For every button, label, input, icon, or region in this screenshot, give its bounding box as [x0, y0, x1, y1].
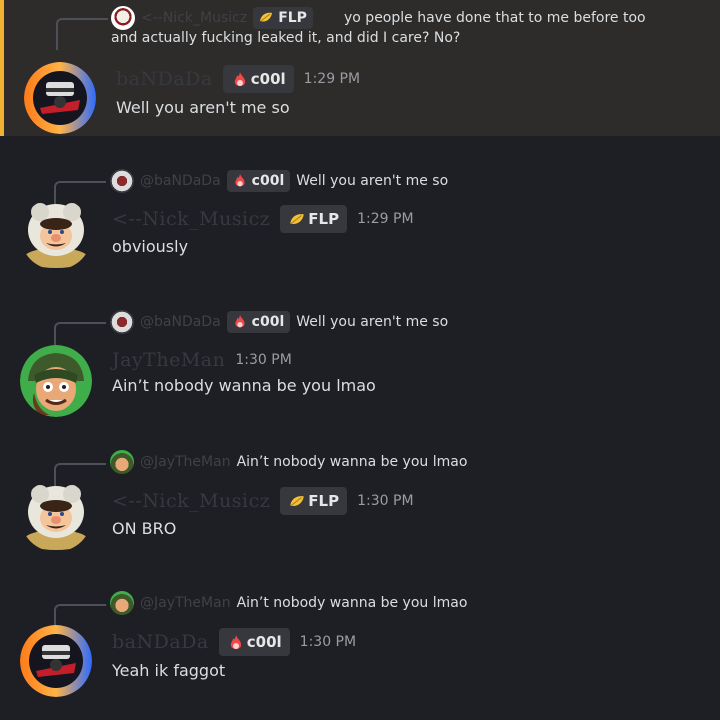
username[interactable]: baNDaDa [112, 631, 209, 653]
reply-connector [54, 322, 106, 346]
message-1[interactable]: <--Nick_Musicz FLP yo people have done t… [0, 0, 720, 136]
message-content: Ain’t nobody wanna be you lmao [112, 376, 376, 395]
message-header: JayTheMan 1:30 PM [112, 345, 292, 375]
reply-preview[interactable]: @JayTheMan Ain’t nobody wanna be you lma… [110, 450, 467, 474]
user-tag-label: FLP [308, 210, 340, 228]
reply-tag: c00l [226, 170, 291, 192]
reply-author[interactable]: @baNDaDa [140, 314, 221, 330]
reply-author[interactable]: @JayTheMan [140, 595, 231, 611]
username[interactable]: baNDaDa [116, 68, 213, 90]
message-header: baNDaDa c00l 1:29 PM [116, 64, 360, 94]
reply-preview[interactable]: @JayTheMan Ain’t nobody wanna be you lma… [110, 591, 467, 615]
reply-author[interactable]: @JayTheMan [140, 454, 231, 470]
user-tag: c00l [218, 628, 290, 656]
user-tag: FLP [280, 205, 348, 233]
timestamp[interactable]: 1:29 PM [357, 211, 413, 227]
avatar-jay[interactable] [20, 345, 92, 417]
username[interactable]: <--Nick_Musicz [112, 208, 270, 230]
message-header: <--Nick_Musicz FLP 1:30 PM [112, 486, 414, 516]
username[interactable]: JayTheMan [112, 349, 225, 371]
avatar-nick[interactable] [20, 480, 92, 552]
message-content: Well you aren't me so [116, 98, 290, 117]
timestamp[interactable]: 1:29 PM [304, 71, 360, 87]
message-content: obviously [112, 237, 189, 256]
user-tag: c00l [222, 65, 294, 93]
reply-author[interactable]: @baNDaDa [140, 173, 221, 189]
fire-tag-icon [232, 314, 248, 330]
username[interactable]: <--Nick_Musicz [112, 490, 270, 512]
reply-text: Ain’t nobody wanna be you lmao [236, 454, 468, 470]
timestamp[interactable]: 1:30 PM [235, 352, 291, 368]
gold-leaf-tag-icon [288, 493, 305, 509]
avatar-bandada[interactable] [20, 625, 92, 697]
mini-avatar-bandada [110, 169, 134, 193]
fire-tag-icon [232, 173, 248, 189]
message-header: baNDaDa c00l 1:30 PM [112, 627, 356, 657]
reply-connector [54, 604, 106, 628]
fire-tag-icon [231, 71, 247, 87]
mini-avatar-jay [110, 591, 134, 615]
reply-connector [56, 18, 108, 50]
fire-tag-icon [227, 634, 243, 650]
reply-tag: c00l [226, 311, 291, 333]
timestamp[interactable]: 1:30 PM [300, 634, 356, 650]
reply-text: Ain’t nobody wanna be you lmao [236, 595, 468, 611]
timestamp[interactable]: 1:30 PM [357, 493, 413, 509]
message-5[interactable]: @JayTheMan Ain’t nobody wanna be you lma… [0, 583, 720, 720]
reply-text: yo people have done that to me before to… [111, 10, 646, 46]
message-3[interactable]: @baNDaDa c00l Well you aren't me so JayT… [0, 301, 720, 421]
avatar-bandada[interactable] [24, 62, 96, 134]
message-content: Yeah ik faggot [112, 661, 226, 680]
message-4[interactable]: @JayTheMan Ain’t nobody wanna be you lma… [0, 442, 720, 562]
user-tag: FLP [280, 487, 348, 515]
message-content: ON BRO [112, 519, 177, 538]
reply-tag-label: c00l [251, 173, 285, 189]
mini-avatar-jay [110, 450, 134, 474]
mini-avatar-bandada [110, 310, 134, 334]
user-tag-label: c00l [250, 70, 286, 88]
reply-text: Well you aren't me so [296, 173, 449, 189]
reply-preview[interactable]: @baNDaDa c00l Well you aren't me so [110, 310, 448, 334]
avatar-nick[interactable] [20, 198, 92, 270]
reply-preview[interactable]: @baNDaDa c00l Well you aren't me so [110, 169, 448, 193]
gold-leaf-tag-icon [288, 211, 305, 227]
message-header: <--Nick_Musicz FLP 1:29 PM [112, 204, 414, 234]
user-tag-label: c00l [246, 633, 282, 651]
message-2[interactable]: @baNDaDa c00l Well you aren't me so <--N… [0, 160, 720, 280]
reply-text: Well you aren't me so [296, 314, 449, 330]
reply-tag-label: c00l [251, 314, 285, 330]
user-tag-label: FLP [308, 492, 340, 510]
